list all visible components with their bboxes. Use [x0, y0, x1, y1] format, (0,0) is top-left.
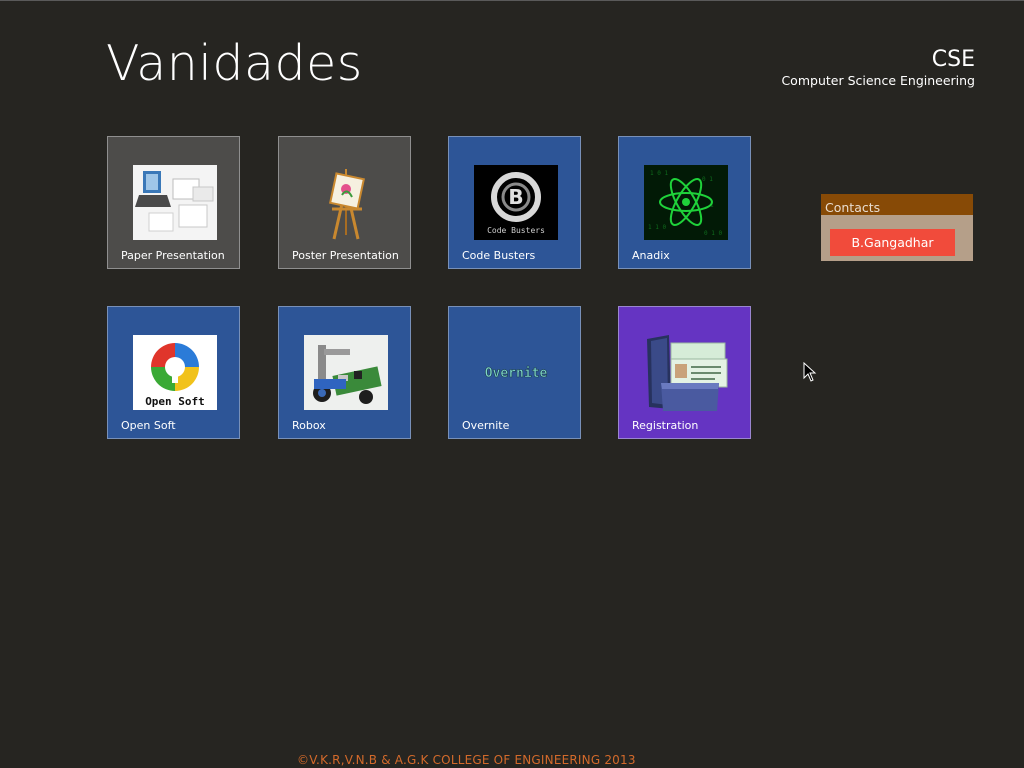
- tile-label: Poster Presentation: [292, 249, 399, 262]
- department-code: CSE: [931, 47, 975, 72]
- id-card-folder-icon: [647, 335, 728, 411]
- svg-text:1 1 0: 1 1 0: [648, 224, 666, 231]
- mouse-cursor-icon: [803, 362, 817, 382]
- tile-anadix[interactable]: 1 0 1 0 1 1 1 0 0 1 0 1 Anadix: [618, 136, 751, 269]
- tile-label: Open Soft: [121, 419, 176, 432]
- contacts-panel: Contacts B.Gangadhar: [821, 194, 973, 261]
- tile-overnite[interactable]: Overnite Overnite: [448, 306, 581, 439]
- svg-text:Open Soft: Open Soft: [145, 395, 205, 408]
- overnite-logo: Overnite: [484, 366, 548, 382]
- paper-presentation-icon: [133, 165, 217, 240]
- department-name: Computer Science Engineering: [781, 73, 975, 88]
- tile-registration[interactable]: Registration: [618, 306, 751, 439]
- footer-copyright: ©V.K.R,V.N.B & A.G.K COLLEGE OF ENGINEER…: [297, 753, 636, 767]
- atom-icon: 1 0 1 0 1 1 1 0 0 1 0 1: [644, 165, 728, 240]
- tile-open-soft[interactable]: Open Soft Open Soft: [107, 306, 240, 439]
- tile-label: Registration: [632, 419, 699, 432]
- department-block: CSE Computer Science Engineering: [781, 47, 975, 89]
- svg-text:1 0 1: 1 0 1: [650, 170, 668, 177]
- site-title: Vanidades: [106, 35, 363, 92]
- contacts-heading: Contacts: [821, 194, 973, 215]
- tile-label: Robox: [292, 419, 326, 432]
- open-soft-logo: Open Soft: [133, 335, 217, 410]
- tile-robox[interactable]: Robox: [278, 306, 411, 439]
- svg-text:Code Busters: Code Busters: [487, 226, 545, 235]
- code-busters-logo: B Code Busters: [474, 165, 558, 240]
- tile-label: Paper Presentation: [121, 249, 225, 262]
- svg-text:0 1 0: 0 1 0: [704, 230, 722, 237]
- tile-label: Code Busters: [462, 249, 536, 262]
- tile-code-busters[interactable]: B Code Busters Code Busters: [448, 136, 581, 269]
- svg-text:0 1: 0 1: [702, 176, 713, 183]
- page: Vanidades CSE Computer Science Engineeri…: [0, 0, 1024, 768]
- svg-text:B: B: [508, 185, 523, 209]
- tile-label: Anadix: [632, 249, 670, 262]
- easel-icon: [329, 169, 365, 240]
- robot-icon: [304, 335, 388, 410]
- tile-label: Overnite: [462, 419, 510, 432]
- tile-poster-presentation[interactable]: Poster Presentation: [278, 136, 411, 269]
- tile-paper-presentation[interactable]: Paper Presentation: [107, 136, 240, 269]
- svg-text:Overnite: Overnite: [485, 366, 548, 381]
- contact-button-gangadhar[interactable]: B.Gangadhar: [830, 229, 955, 256]
